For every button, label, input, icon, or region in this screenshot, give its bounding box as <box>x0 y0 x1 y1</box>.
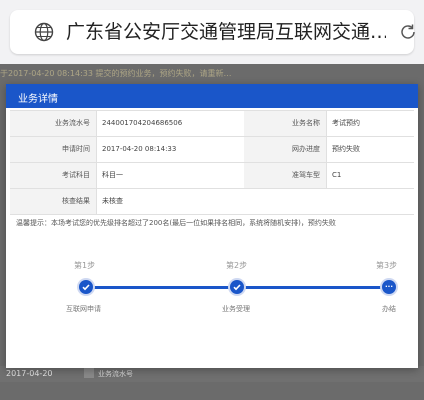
label-check-result: 核查结果 <box>10 189 96 214</box>
label-business-name: 业务名称 <box>244 111 326 136</box>
table-row: 申请时间 2017-04-20 08:14:33 网办进度 预约失败 <box>10 136 414 162</box>
table-row: 业务流水号 244001704204686506 业务名称 考试预约 <box>10 110 414 136</box>
value-business-name: 考试预约 <box>332 119 360 127</box>
check-icon <box>230 280 244 294</box>
warm-tip: 温馨提示：本场考试您的优先级排名超过了200名(最后一位如果排名相同，系统将随机… <box>16 219 336 227</box>
table-row: 考试科目 科目一 准驾车型 C1 <box>10 162 414 188</box>
step-1-number: 第1步 <box>74 261 96 270</box>
page-title: 广东省公安厅交通管理局互联网交通… <box>66 21 386 43</box>
modal-header: 业务详情 <box>6 84 418 108</box>
background-cell-marker <box>84 368 94 378</box>
background-date: 2017-04-20 <box>6 369 53 378</box>
step-3-name: 办结 <box>382 305 396 313</box>
step-2-number: 第2步 <box>226 261 248 270</box>
background-row-label: 业务流水号 <box>98 370 133 378</box>
label-serial-number: 业务流水号 <box>10 111 96 136</box>
modal-title: 业务详情 <box>18 94 58 105</box>
globe-icon <box>34 22 54 42</box>
detail-table: 业务流水号 244001704204686506 业务名称 考试预约 申请时间 … <box>10 110 414 215</box>
value-apply-time: 2017-04-20 08:14:33 <box>102 145 177 153</box>
step-1-name: 互联网申请 <box>66 305 101 313</box>
progress-steps: 第1步 互联网申请 第2步 业务受理 第3步 ... 办结 <box>6 254 418 324</box>
value-progress: 预约失败 <box>332 145 360 153</box>
value-serial-number: 244001704204686506 <box>102 119 183 127</box>
browser-toolbar: 广东省公安厅交通管理局互联网交通… <box>0 0 424 64</box>
label-progress: 网办进度 <box>244 137 326 162</box>
label-exam-subject: 考试科目 <box>10 163 96 188</box>
value-exam-subject: 科目一 <box>102 171 123 179</box>
table-row: 核查结果 未核查 <box>10 188 414 215</box>
background-notice: 于2017-04-20 08:14:33 提交的预约业务，预约失败，请重新… <box>0 69 232 78</box>
value-vehicle-class: C1 <box>332 171 342 179</box>
label-vehicle-class: 准驾车型 <box>244 163 326 188</box>
label-apply-time: 申请时间 <box>10 137 96 162</box>
step-2-name: 业务受理 <box>222 305 250 313</box>
check-icon <box>79 280 93 294</box>
step-3-number: 第3步 <box>376 261 398 270</box>
value-check-result: 未核查 <box>102 197 123 205</box>
reload-icon[interactable] <box>398 22 418 42</box>
business-detail-modal: 业务详情 业务流水号 244001704204686506 业务名称 考试预约 … <box>6 84 418 368</box>
address-bar[interactable]: 广东省公安厅交通管理局互联网交通… <box>10 10 415 54</box>
background-table-row <box>0 366 424 382</box>
more-icon: ... <box>382 280 396 294</box>
